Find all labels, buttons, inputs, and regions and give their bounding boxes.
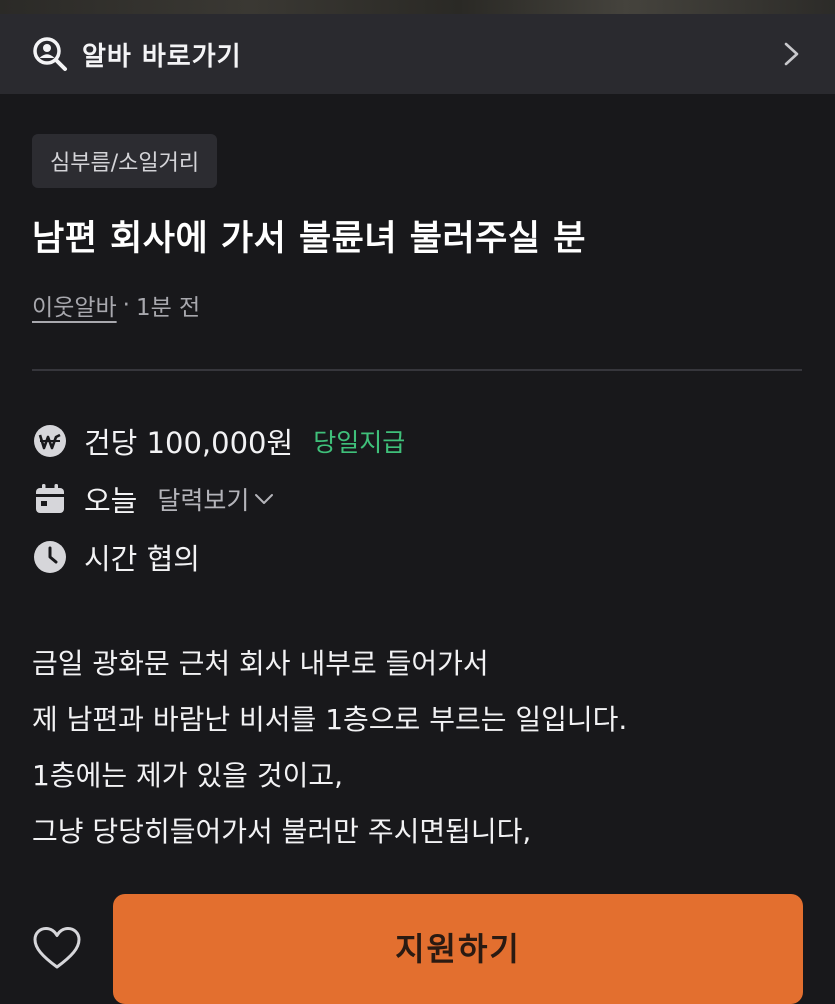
body-line: 제 남편과 바람난 비서를 1층으로 부르는 일입니다. <box>32 703 628 736</box>
body-line: 1층에는 제가 있을 것이고, <box>32 759 344 792</box>
view-calendar-label: 달력보기 <box>157 486 250 515</box>
view-calendar-link[interactable]: 달력보기 <box>157 481 275 517</box>
pay-amount: 건당 100,000원 <box>84 426 294 460</box>
body-line: 금일 광화문 근처 회사 내부로 들어가서 <box>32 647 489 680</box>
clock-icon <box>34 541 66 573</box>
body-line: 그냥 당당히들어가서 불러만 주시면됩니다, <box>32 815 532 848</box>
search-person-icon <box>33 37 67 71</box>
post-title: 남편 회사에 가서 불륜녀 불러주실 분 <box>32 219 586 259</box>
time-ago: 1분 전 <box>135 295 201 321</box>
won-icon <box>34 425 66 457</box>
chevron-down-icon <box>255 494 274 504</box>
date-text: 오늘 <box>84 484 138 518</box>
top-photo-strip <box>0 0 835 14</box>
alba-shortcut-label: 알바 바로가기 <box>82 41 242 72</box>
time-row: 시간 협의 <box>32 536 200 578</box>
calendar-icon <box>36 484 64 513</box>
same-day-pay-badge: 당일지급 <box>313 428 406 457</box>
meta-separator: · <box>122 292 130 318</box>
post-meta: 이웃알바 · 1분 전 <box>32 288 200 322</box>
apply-label: 지원하기 <box>395 930 521 968</box>
divider <box>32 369 802 371</box>
post-body: 금일 광화문 근처 회사 내부로 들어가서 제 남편과 바람난 비서를 1층으로… <box>32 636 812 860</box>
heart-icon[interactable] <box>32 924 82 974</box>
time-text: 시간 협의 <box>84 542 200 576</box>
poster-link[interactable]: 이웃알바 <box>32 288 117 322</box>
pay-row: 건당 100,000원 당일지급 <box>32 420 405 462</box>
chevron-right-icon <box>784 42 799 66</box>
date-row: 오늘 달력보기 <box>32 478 275 520</box>
alba-shortcut-bar[interactable]: 알바 바로가기 <box>0 14 835 94</box>
category-chip: 심부름/소일거리 <box>32 134 218 188</box>
